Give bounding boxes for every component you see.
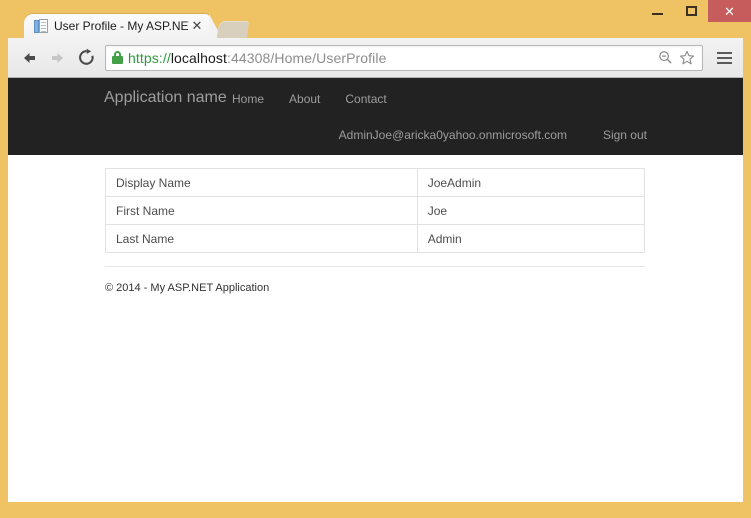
reload-icon [79,48,94,65]
browser-toolbar: https://localhost:44308/Home/UserProfile [8,38,743,78]
row-label: Last Name [105,224,418,253]
sign-out-link[interactable]: Sign out [603,128,647,142]
window-controls: ✕ [640,0,751,22]
navbar-links: Home About Contact [232,91,412,107]
footer-copyright: © 2014 - My ASP.NET Application [105,282,270,294]
zoom-out-icon [658,51,672,64]
url-text: https://localhost:44308/Home/UserProfile [128,50,654,66]
minimize-icon [651,13,663,15]
nav-link-contact[interactable]: Contact [345,91,386,107]
row-value: Joe [416,196,646,225]
reload-button[interactable] [72,43,101,72]
new-tab-button[interactable] [216,21,250,38]
tab-strip: User Profile - My ASP.NET ✕ ✕ [0,0,751,38]
back-arrow-icon [23,52,35,63]
table-row: First Name Joe [105,196,646,225]
zoom-out-button[interactable] [654,47,676,69]
navbar-brand[interactable]: Application name [104,88,227,108]
document-icon [34,18,48,34]
lock-icon [112,51,123,64]
browser-tab[interactable]: User Profile - My ASP.NET ✕ [24,14,222,38]
url-path: :44308/Home/UserProfile [226,49,387,66]
close-button[interactable]: ✕ [708,0,751,22]
url-scheme: https:// [128,49,171,66]
table-row: Last Name Admin [105,224,646,253]
row-label: First Name [105,196,418,225]
back-button[interactable] [14,43,43,72]
forward-button[interactable] [43,43,72,72]
tab-close-icon[interactable]: ✕ [189,14,205,38]
page-viewport: Application name Home About Contact Admi… [8,78,743,502]
site-navbar: Application name Home About Contact Admi… [8,78,743,155]
browser-menu-button[interactable] [709,43,739,72]
browser-window: User Profile - My ASP.NET ✕ ✕ https://lo… [0,0,751,518]
row-label: Display Name [105,168,418,197]
star-icon [679,50,695,64]
tab-title: User Profile - My ASP.NET [54,19,189,33]
navbar-user-area: AdminJoe@aricka0yahoo.onmicrosoft.com Si… [339,128,647,142]
hamburger-menu-icon [716,51,732,54]
forward-arrow-icon [51,52,63,63]
maximize-icon [685,6,697,16]
user-profile-table: Display Name JoeAdmin First Name Joe Las… [105,168,646,253]
row-value: JoeAdmin [416,168,646,197]
address-bar[interactable]: https://localhost:44308/Home/UserProfile [105,44,703,71]
nav-link-about[interactable]: About [289,91,320,107]
row-value: Admin [416,224,646,253]
user-email[interactable]: AdminJoe@aricka0yahoo.onmicrosoft.com [339,128,567,142]
bookmark-button[interactable] [676,47,698,69]
footer-divider [105,266,645,267]
maximize-button[interactable] [674,0,708,22]
url-host: localhost [170,49,227,66]
nav-link-home[interactable]: Home [232,91,264,107]
table-row: Display Name JoeAdmin [105,168,646,197]
minimize-button[interactable] [640,0,674,22]
